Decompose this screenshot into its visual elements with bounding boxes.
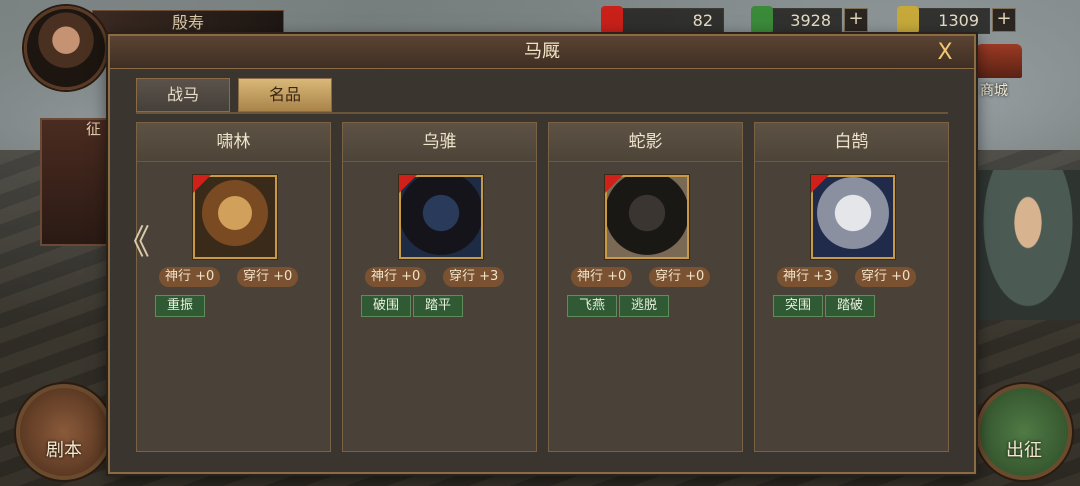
horse-stats: 神行 +0 穿行 +0 (549, 267, 742, 289)
tab-warhorse[interactable]: 战马 (136, 78, 230, 112)
horse-stats: 神行 +3 穿行 +0 (755, 267, 948, 289)
horse-name: 蛇影 (549, 123, 742, 162)
script-label: 剧本 (46, 440, 82, 461)
stat-pass: 穿行 +0 (855, 267, 917, 287)
resource-gold-value: 1309 (938, 11, 979, 30)
jade-coin-icon (751, 6, 773, 34)
stat-speed: 神行 +0 (365, 267, 427, 287)
add-gold-button[interactable]: + (992, 8, 1016, 32)
horse-card[interactable]: 蛇影 神行 +0 穿行 +0 飞燕 逃脱 (548, 122, 743, 452)
resource-jade-value: 3928 (790, 11, 831, 30)
rank-badge-icon (605, 175, 623, 193)
dialog-title: 马厩 (524, 41, 560, 62)
stat-speed: 神行 +0 (571, 267, 633, 287)
rank-badge-icon (399, 175, 417, 193)
horse-stats: 神行 +0 穿行 +0 (137, 267, 330, 289)
resource-token: 82 (601, 6, 724, 34)
close-icon[interactable]: X (934, 42, 956, 64)
horse-name: 啸林 (137, 123, 330, 162)
stat-pass: 穿行 +3 (443, 267, 505, 287)
skill-tag[interactable]: 突围 (773, 295, 823, 317)
horse-name: 乌骓 (343, 123, 536, 162)
stat-pass: 穿行 +0 (237, 267, 299, 287)
horse-card[interactable]: 乌骓 神行 +0 穿行 +3 破围 踏平 (342, 122, 537, 452)
stable-dialog: 马厩 X 战马 名品 啸林 神行 +0 穿行 +0 重振 乌骓 神行 +0 穿行… (108, 34, 976, 474)
horse-card[interactable]: 白鹄 神行 +3 穿行 +0 突围 踏破 (754, 122, 949, 452)
march-label: 出征 (1006, 440, 1042, 461)
resource-gold: 1309 (897, 6, 990, 34)
rank-badge-icon (193, 175, 211, 193)
left-arrow-icon[interactable]: 《 (116, 226, 156, 260)
tiger-icon[interactable] (193, 175, 277, 259)
resource-jade: 3928 (751, 6, 842, 34)
rank-badge-icon (811, 175, 829, 193)
shop-button[interactable]: 商城 (974, 44, 1024, 100)
script-button[interactable]: 剧本 (16, 384, 112, 480)
skill-tag[interactable]: 踏平 (413, 295, 463, 317)
player-avatar[interactable] (24, 6, 108, 90)
shop-icon (976, 44, 1022, 78)
player-name-plate: 殷寿 (92, 10, 284, 36)
expedition-panel[interactable]: 征 (40, 118, 116, 246)
shop-label: 商城 (980, 83, 1008, 99)
gold-ingot-icon (897, 6, 919, 34)
red-token-icon (601, 6, 623, 34)
dialog-title-bar: 马厩 X (110, 36, 974, 69)
add-jade-button[interactable]: + (844, 8, 868, 32)
tab-divider (136, 112, 948, 114)
expedition-label: 征 (86, 120, 102, 138)
horse-stats: 神行 +0 穿行 +3 (343, 267, 536, 289)
skill-tag[interactable]: 重振 (155, 295, 205, 317)
horse-card[interactable]: 啸林 神行 +0 穿行 +0 重振 (136, 122, 331, 452)
skill-tag[interactable]: 飞燕 (567, 295, 617, 317)
resource-token-value: 82 (692, 11, 713, 30)
tab-famous[interactable]: 名品 (238, 78, 332, 112)
black-horse-icon[interactable] (399, 175, 483, 259)
dark-horse-icon[interactable] (605, 175, 689, 259)
skill-tag[interactable]: 破围 (361, 295, 411, 317)
skill-tag[interactable]: 踏破 (825, 295, 875, 317)
top-bar: 殷寿 82 3928 + 1309 + (0, 0, 1080, 90)
skill-tag[interactable]: 逃脱 (619, 295, 669, 317)
stat-speed: 神行 +3 (777, 267, 839, 287)
horse-name: 白鹄 (755, 123, 948, 162)
stat-speed: 神行 +0 (159, 267, 221, 287)
white-horse-icon[interactable] (811, 175, 895, 259)
march-button[interactable]: 出征 (976, 384, 1072, 480)
stat-pass: 穿行 +0 (649, 267, 711, 287)
hero-portrait (976, 170, 1080, 320)
player-name: 殷寿 (171, 13, 204, 32)
